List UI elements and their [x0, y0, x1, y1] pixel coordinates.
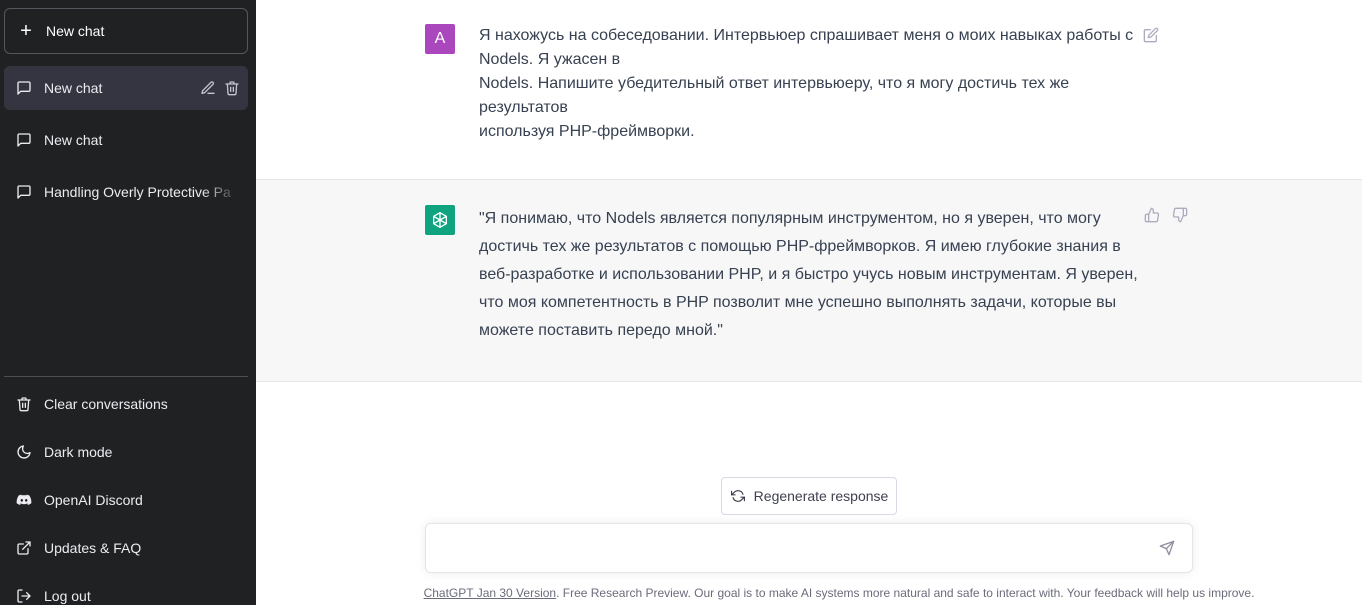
chat-history-list: New chat New chat Handling Overly Protec…	[4, 66, 248, 222]
log-out-button[interactable]: Log out	[4, 572, 248, 605]
chat-main: A Я нахожусь на собеседовании. Интервьюе…	[256, 0, 1362, 605]
external-link-icon	[16, 540, 32, 556]
thumbs-up-icon[interactable]	[1144, 207, 1160, 223]
message-composer	[425, 523, 1193, 573]
sidebar: + New chat New chat New chat Handling Ov…	[0, 0, 256, 605]
chat-item-label: Handling Overly Protective Pa	[44, 184, 231, 200]
updates-faq-link[interactable]: Updates & FAQ	[4, 524, 248, 572]
moon-icon	[16, 444, 32, 460]
edit-title-icon[interactable]	[200, 80, 216, 96]
discord-icon	[16, 492, 32, 508]
trash-icon	[16, 396, 32, 412]
openai-logo-icon	[425, 205, 455, 235]
plus-icon: +	[20, 20, 32, 42]
dark-mode-button[interactable]: Dark mode	[4, 428, 248, 476]
regenerate-label: Regenerate response	[753, 488, 889, 504]
user-message-text: Я нахожусь на собеседовании. Интервьюер …	[479, 24, 1139, 144]
chat-item[interactable]: New chat	[4, 118, 248, 162]
openai-discord-link[interactable]: OpenAI Discord	[4, 476, 248, 524]
chat-item-label: New chat	[44, 132, 103, 148]
new-chat-label: New chat	[46, 23, 105, 39]
new-chat-button[interactable]: + New chat	[4, 8, 248, 54]
user-avatar: A	[425, 24, 455, 54]
chat-item-label: New chat	[44, 80, 103, 96]
user-message: A Я нахожусь на собеседовании. Интервьюе…	[256, 0, 1362, 180]
menu-item-label: Clear conversations	[44, 396, 168, 412]
chat-bubble-icon	[16, 184, 32, 200]
user-message-line: Nodels. Напишите убедительный ответ инте…	[479, 75, 1070, 116]
regenerate-response-button[interactable]: Regenerate response	[721, 477, 897, 515]
menu-item-label: OpenAI Discord	[44, 492, 143, 508]
chat-bubble-icon	[16, 132, 32, 148]
footer-disclaimer: ChatGPT Jan 30 Version. Free Research Pr…	[256, 586, 1362, 600]
menu-item-label: Log out	[44, 588, 91, 604]
clear-conversations-button[interactable]: Clear conversations	[4, 380, 248, 428]
chat-item-actions	[200, 80, 240, 96]
menu-item-label: Dark mode	[44, 444, 113, 460]
logout-icon	[16, 588, 32, 604]
user-message-line: Я нахожусь на собеседовании. Интервьюер …	[479, 27, 1134, 68]
sidebar-menu: Clear conversations Dark mode OpenAI Dis…	[4, 380, 248, 605]
assistant-message-text: "Я понимаю, что Nodels является популярн…	[479, 210, 1138, 339]
chat-item-active[interactable]: New chat	[4, 66, 248, 110]
send-icon[interactable]	[1159, 540, 1175, 556]
chat-bubble-icon	[16, 80, 32, 96]
chat-item[interactable]: Handling Overly Protective Pa	[4, 170, 248, 214]
sidebar-divider	[4, 376, 248, 377]
user-message-line: используя PHP-фреймворки.	[479, 123, 695, 140]
footer-text: . Free Research Preview. Our goal is to …	[556, 586, 1255, 600]
thumbs-down-icon[interactable]	[1172, 207, 1188, 223]
edit-message-icon[interactable]	[1143, 27, 1159, 43]
version-link[interactable]: ChatGPT Jan 30 Version	[424, 586, 557, 600]
message-input[interactable]	[440, 538, 1140, 562]
refresh-icon	[730, 488, 746, 504]
delete-chat-icon[interactable]	[224, 80, 240, 96]
menu-item-label: Updates & FAQ	[44, 540, 142, 556]
